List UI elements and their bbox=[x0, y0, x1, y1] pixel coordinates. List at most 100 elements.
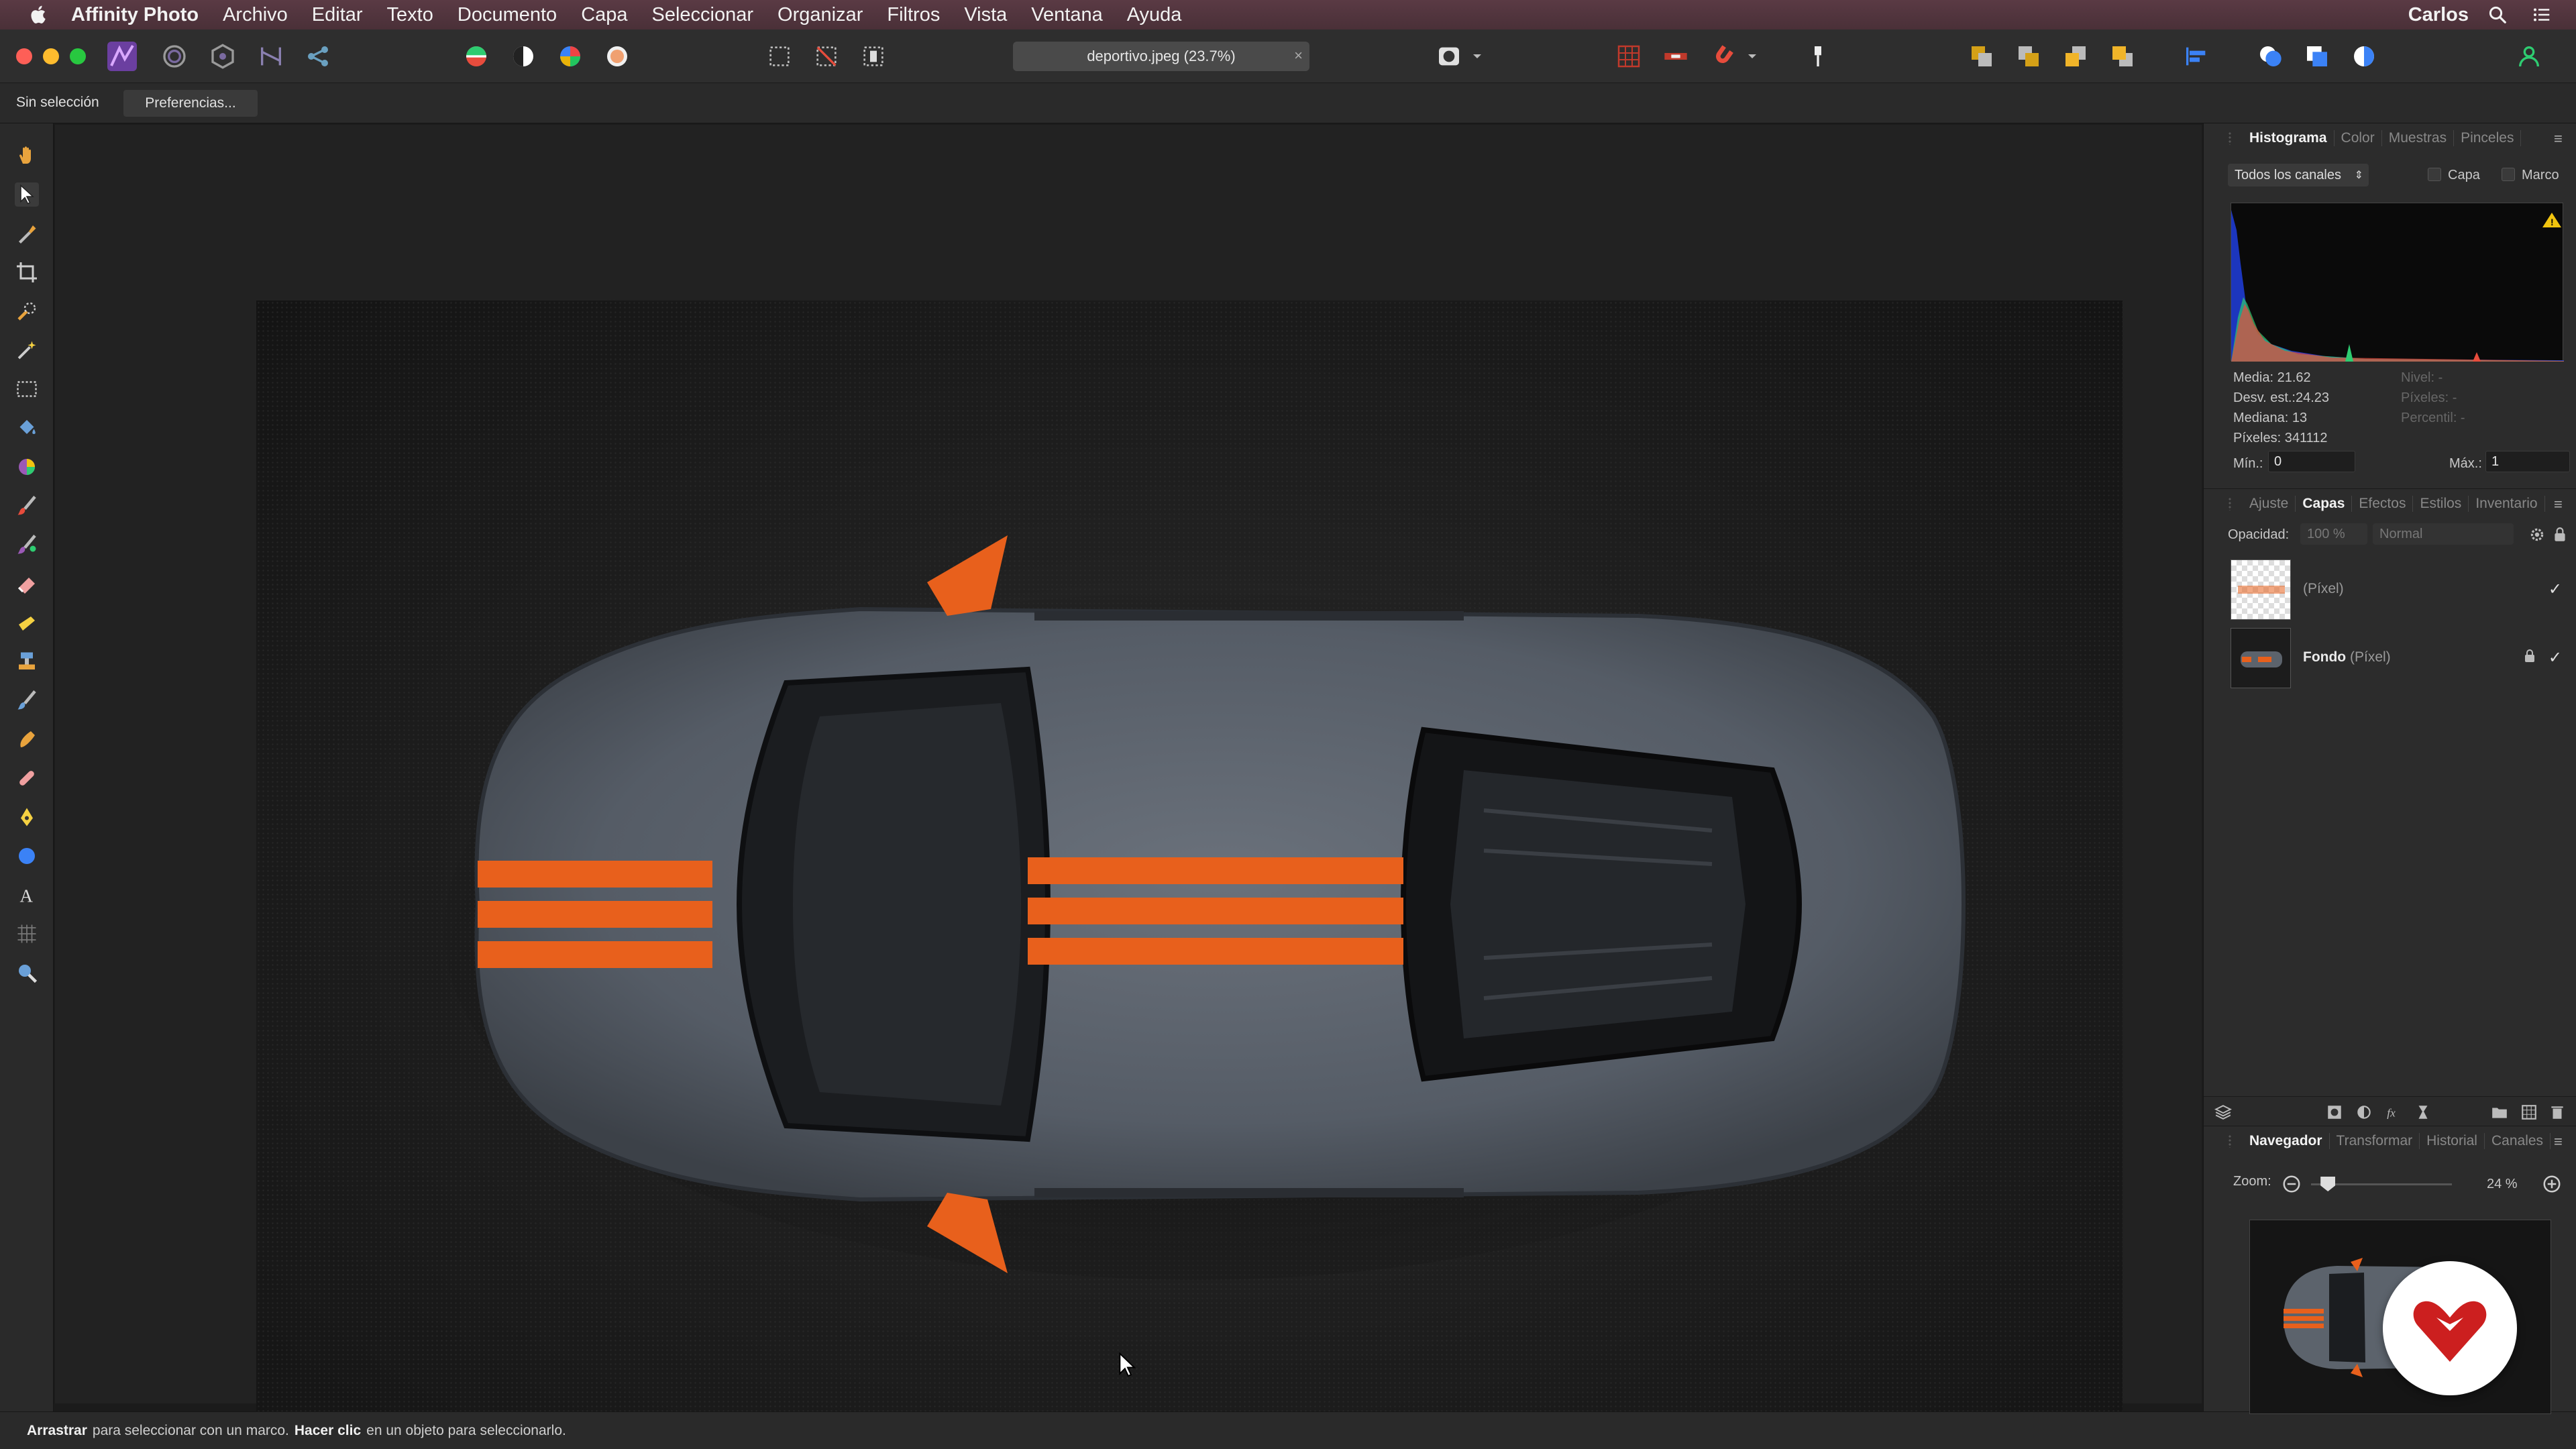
menu-capa[interactable]: Capa bbox=[581, 4, 627, 26]
canvas-photo[interactable] bbox=[256, 301, 2123, 1449]
window-minimize-button[interactable] bbox=[43, 48, 59, 64]
zoom-slider-handle[interactable] bbox=[2320, 1177, 2336, 1191]
tab-estilos[interactable]: Estilos bbox=[2420, 495, 2469, 512]
window-zoom-button[interactable] bbox=[70, 48, 86, 64]
tab-ajuste[interactable]: Ajuste bbox=[2249, 495, 2296, 512]
crop-tool-icon[interactable] bbox=[15, 260, 39, 284]
subtract-boolean-icon[interactable] bbox=[2304, 43, 2330, 70]
tab-color[interactable]: Color bbox=[2341, 130, 2382, 146]
tab-histograma[interactable]: Histograma bbox=[2249, 130, 2334, 146]
tab-muestras[interactable]: Muestras bbox=[2389, 130, 2455, 146]
snapping-magnet-icon[interactable] bbox=[1709, 43, 1736, 70]
menu-editar[interactable]: Editar bbox=[312, 4, 363, 26]
menu-vista[interactable]: Vista bbox=[964, 4, 1007, 26]
move-forward-one-icon[interactable] bbox=[2062, 43, 2089, 70]
apple-icon[interactable] bbox=[25, 3, 52, 26]
liquify-persona-icon[interactable] bbox=[161, 43, 188, 70]
tone-mapping-persona-icon[interactable] bbox=[258, 43, 284, 70]
panel-grip[interactable] bbox=[2228, 1134, 2232, 1148]
quick-mask-dropdown-icon[interactable] bbox=[1469, 43, 1485, 70]
auto-white-balance-icon[interactable] bbox=[604, 43, 631, 70]
auto-colors-icon[interactable] bbox=[557, 43, 584, 70]
alignment-icon[interactable] bbox=[2183, 43, 2210, 70]
erase-brush-icon[interactable] bbox=[15, 572, 39, 596]
zoom-in-icon[interactable] bbox=[2542, 1174, 2562, 1194]
smudge-brush-icon[interactable] bbox=[15, 727, 39, 751]
quick-mask-icon[interactable] bbox=[1436, 43, 1462, 70]
text-tool-icon[interactable]: A bbox=[15, 883, 39, 907]
develop-persona-icon[interactable] bbox=[209, 43, 236, 70]
panel-grip[interactable] bbox=[2228, 131, 2232, 145]
menu-ventana[interactable]: Ventana bbox=[1031, 4, 1102, 26]
move-to-front-icon[interactable] bbox=[2109, 43, 2136, 70]
menu-seleccionar[interactable]: Seleccionar bbox=[652, 4, 754, 26]
menu-filtros[interactable]: Filtros bbox=[887, 4, 940, 26]
channel-select[interactable]: Todos los canales ⇕ bbox=[2228, 164, 2369, 186]
menu-archivo[interactable]: Archivo bbox=[223, 4, 288, 26]
panel-grip[interactable] bbox=[2228, 497, 2232, 511]
assistant-icon[interactable] bbox=[2516, 43, 2542, 70]
snapping-dropdown-icon[interactable] bbox=[1744, 43, 1760, 70]
layer-checkbox[interactable] bbox=[2428, 168, 2441, 181]
dodge-brush-icon[interactable] bbox=[15, 610, 39, 635]
select-all-icon[interactable] bbox=[766, 43, 793, 70]
trash-icon[interactable] bbox=[2548, 1104, 2566, 1121]
move-to-back-icon[interactable] bbox=[1968, 43, 1995, 70]
mask-layer-icon[interactable] bbox=[2326, 1104, 2343, 1121]
zoom-out-icon[interactable] bbox=[2282, 1174, 2302, 1194]
layer-visibility-checkbox[interactable]: ✓ bbox=[2548, 648, 2562, 667]
invert-selection-icon[interactable] bbox=[860, 43, 887, 70]
lock-icon[interactable] bbox=[2523, 648, 2536, 664]
lock-icon[interactable] bbox=[2553, 526, 2567, 543]
menu-documento[interactable]: Documento bbox=[458, 4, 557, 26]
zoom-tool-icon[interactable] bbox=[15, 961, 39, 985]
menu-organizar[interactable]: Organizar bbox=[777, 4, 863, 26]
healing-brush-icon[interactable] bbox=[15, 766, 39, 790]
magic-wand-icon[interactable] bbox=[15, 338, 39, 362]
histogram-graph[interactable]: ! bbox=[2231, 203, 2564, 362]
intersect-boolean-icon[interactable] bbox=[2351, 43, 2377, 70]
panel-menu-icon[interactable]: ≡ bbox=[2554, 130, 2570, 147]
mesh-warp-icon[interactable] bbox=[15, 922, 39, 946]
preferences-button[interactable]: Preferencias... bbox=[123, 90, 258, 117]
opacity-field[interactable]: 100 % bbox=[2300, 523, 2367, 545]
tab-transformar[interactable]: Transformar bbox=[2337, 1132, 2420, 1149]
max-input[interactable]: 1 bbox=[2485, 451, 2570, 472]
gradient-tool-icon[interactable] bbox=[15, 455, 39, 479]
tab-historial[interactable]: Historial bbox=[2426, 1132, 2485, 1149]
deselect-icon[interactable] bbox=[813, 43, 840, 70]
min-input[interactable]: 0 bbox=[2268, 451, 2355, 472]
user-name[interactable]: Carlos bbox=[2408, 4, 2469, 26]
flood-fill-icon[interactable] bbox=[15, 416, 39, 440]
window-close-button[interactable] bbox=[16, 48, 32, 64]
color-replace-brush-icon[interactable] bbox=[15, 533, 39, 557]
zoom-slider[interactable] bbox=[2311, 1177, 2452, 1191]
tab-canales[interactable]: Canales bbox=[2491, 1132, 2551, 1149]
hand-tool-icon[interactable] bbox=[15, 144, 39, 168]
marquee-tool-icon[interactable] bbox=[15, 377, 39, 401]
pen-tool-icon[interactable] bbox=[15, 805, 39, 829]
gear-icon[interactable] bbox=[2528, 526, 2546, 543]
move-tool-icon[interactable] bbox=[15, 182, 39, 207]
live-filter-icon[interactable] bbox=[2414, 1104, 2432, 1121]
new-layer-icon[interactable] bbox=[2520, 1104, 2538, 1121]
layers-stack-icon[interactable] bbox=[2214, 1104, 2232, 1121]
tab-inventario[interactable]: Inventario bbox=[2475, 495, 2545, 512]
layer-visibility-checkbox[interactable]: ✓ bbox=[2548, 580, 2562, 599]
auto-contrast-icon[interactable] bbox=[510, 43, 537, 70]
paint-brush-icon[interactable] bbox=[15, 494, 39, 518]
tab-efectos[interactable]: Efectos bbox=[2359, 495, 2414, 512]
panel-menu-icon[interactable]: ≡ bbox=[2554, 1133, 2570, 1150]
layer-row[interactable]: (Píxel) ✓ bbox=[2222, 557, 2571, 623]
menu-ayuda[interactable]: Ayuda bbox=[1127, 4, 1182, 26]
control-center-list-icon[interactable] bbox=[2532, 5, 2552, 25]
zoom-value[interactable]: 24 % bbox=[2487, 1177, 2518, 1192]
auto-levels-icon[interactable] bbox=[463, 43, 490, 70]
tab-capas[interactable]: Capas bbox=[2302, 495, 2353, 512]
export-persona-icon[interactable] bbox=[305, 43, 331, 70]
spotlight-search-icon[interactable] bbox=[2487, 5, 2508, 25]
fx-icon[interactable]: fx bbox=[2385, 1104, 2402, 1121]
layer-row[interactable]: Fondo (Píxel) ✓ bbox=[2222, 625, 2571, 691]
inpainting-brush-icon[interactable] bbox=[15, 688, 39, 712]
move-back-one-icon[interactable] bbox=[2015, 43, 2042, 70]
